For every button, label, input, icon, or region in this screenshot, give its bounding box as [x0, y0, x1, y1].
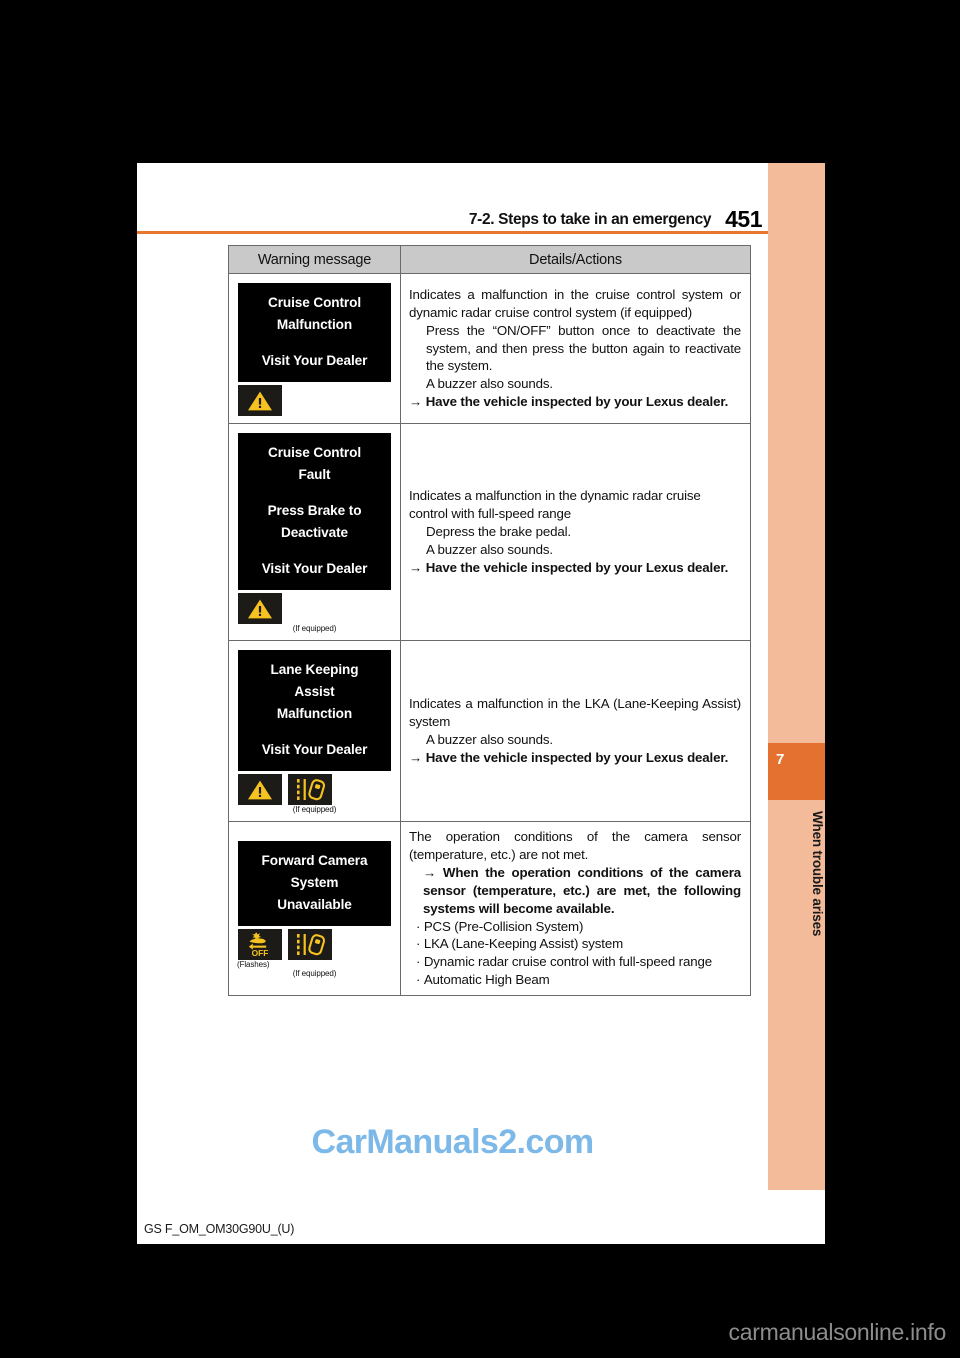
- detail-bullet-text: LKA (Lane-Keeping Assist) system: [423, 936, 624, 952]
- manual-page-sheet: 7-2. Steps to take in an emergency 451 7…: [137, 163, 825, 1244]
- detail-action: → Have the vehicle inspected by your Lex…: [409, 394, 729, 410]
- detail-bullet-text: Automatic High Beam: [423, 972, 550, 988]
- detail-action-text: Have the vehicle inspected by your Lexus…: [425, 750, 729, 766]
- instrument-display-mockup: Lane Keeping Assist Malfunction Visit Yo…: [238, 650, 391, 772]
- header-divider-rule: [137, 231, 825, 234]
- detail-action: → Have the vehicle inspected by your Lex…: [409, 750, 729, 766]
- warning-triangle-icon: [238, 593, 282, 625]
- page-number: 451: [725, 206, 762, 232]
- warning-message-cell: Cruise Control Malfunction Visit Your De…: [228, 272, 401, 425]
- details-actions-cell: Indicates a malfunction in the dynamic r…: [400, 423, 751, 642]
- page-header: 7-2. Steps to take in an emergency 451: [137, 187, 768, 231]
- display-blank-line: [238, 336, 391, 350]
- svg-text:OFF: OFF: [252, 948, 269, 958]
- table-row: Forward Camera System Unavailable OFF (F…: [228, 821, 751, 997]
- warning-triangle-icon: [238, 774, 282, 806]
- detail-bullet: · Automatic High Beam: [416, 972, 550, 988]
- detail-action: → Have the vehicle inspected by your Lex…: [409, 559, 729, 575]
- corner-watermark: carmanualsonline.info: [728, 1319, 947, 1345]
- display-line: Visit Your Dealer: [261, 742, 368, 758]
- details-actions-cell: The operation conditions of the camera s…: [400, 821, 751, 997]
- detail-action: → When the operation conditions of the c…: [423, 864, 741, 916]
- instrument-display-mockup: Cruise Control Malfunction Visit Your De…: [238, 283, 391, 383]
- warning-message-cell: Forward Camera System Unavailable OFF (F…: [228, 821, 401, 997]
- display-line: Forward Camera: [261, 853, 368, 869]
- site-watermark: CarManuals2.com: [311, 1123, 595, 1161]
- page-title: 7-2. Steps to take in an emergency: [468, 211, 712, 228]
- detail-intro: Indicates a malfunction in the dynamic r…: [409, 488, 701, 522]
- chapter-tab-strip: 7 When trouble arises: [768, 163, 825, 1190]
- display-line: Cruise Control: [267, 295, 361, 310]
- table-row: Cruise Control Fault Press Brake to Deac…: [228, 423, 751, 642]
- footnote-if-equipped: (If equipped): [292, 624, 337, 634]
- chapter-name-label: When trouble arises: [810, 811, 825, 937]
- display-line: Cruise Control: [267, 445, 361, 461]
- warning-triangle-icon: [238, 385, 282, 417]
- pcs-off-icon: OFF: [238, 929, 282, 961]
- detail-intro: Indicates a malfunction in the cruise co…: [409, 286, 741, 320]
- display-line: Unavailable: [277, 897, 352, 913]
- detail-action-text: Have the vehicle inspected by your Lexus…: [425, 559, 729, 575]
- document-code: GS F_OM_OM30G90U_(U): [144, 1222, 295, 1236]
- indicator-icon-row: [237, 385, 392, 417]
- display-line: Malfunction: [276, 317, 353, 333]
- detail-action-text: When the operation conditions of the cam…: [423, 864, 741, 916]
- details-actions-cell: Indicates a malfunction in the cruise co…: [400, 272, 751, 425]
- detail-intro: The operation conditions of the camera s…: [409, 829, 741, 863]
- display-blank-line: [238, 725, 391, 739]
- indicator-icon-row: OFF: [237, 929, 392, 961]
- indicator-icon-row: [237, 774, 392, 806]
- display-line: System: [290, 875, 339, 891]
- detail-intro: Indicates a malfunction in the LKA (Lane…: [409, 696, 741, 730]
- instrument-display-mockup: Cruise Control Fault Press Brake to Deac…: [238, 433, 391, 591]
- detail-step: Depress the brake pedal.: [426, 524, 571, 540]
- chapter-number-marker: 7: [768, 743, 825, 800]
- display-blank-line: [238, 486, 391, 500]
- display-line: Press Brake to: [267, 503, 362, 519]
- display-line: Lane Keeping: [270, 662, 359, 678]
- lane-departure-icon: [288, 774, 332, 806]
- detail-bullet-text: Dynamic radar cruise control with full-s…: [423, 954, 712, 970]
- table-row: Lane Keeping Assist Malfunction Visit Yo…: [228, 640, 751, 823]
- column-header-warning-message: Warning message: [228, 245, 401, 274]
- detail-action-text: Have the vehicle inspected by your Lexus…: [425, 394, 729, 410]
- detail-step: A buzzer also sounds.: [426, 376, 553, 392]
- warning-message-table: Warning message Details/Actions Cruise C…: [228, 245, 751, 997]
- table-header-row: Warning message Details/Actions: [228, 245, 751, 274]
- detail-step: A buzzer also sounds.: [426, 732, 553, 748]
- display-blank-line: [238, 544, 391, 558]
- instrument-display-mockup: Forward Camera System Unavailable: [238, 841, 391, 927]
- display-line: Malfunction: [276, 706, 353, 722]
- display-line: Deactivate: [280, 525, 348, 541]
- detail-step: Press the “ON/OFF” button once to deacti…: [426, 322, 741, 374]
- detail-bullet: · PCS (Pre-Collision System): [416, 918, 584, 934]
- warning-message-cell: Cruise Control Fault Press Brake to Deac…: [228, 423, 401, 642]
- detail-bullet: · LKA (Lane-Keeping Assist) system: [416, 936, 624, 952]
- footnote-if-equipped: (If equipped): [292, 805, 337, 815]
- display-line: Assist: [294, 684, 335, 700]
- detail-step: A buzzer also sounds.: [426, 542, 553, 558]
- footnote-if-equipped: (If equipped): [292, 969, 337, 979]
- display-line: Visit Your Dealer: [261, 353, 368, 369]
- detail-bullet: · Dynamic radar cruise control with full…: [416, 954, 712, 970]
- warning-message-cell: Lane Keeping Assist Malfunction Visit Yo…: [228, 640, 401, 823]
- details-actions-cell: Indicates a malfunction in the LKA (Lane…: [400, 640, 751, 823]
- indicator-icon-row: [237, 593, 392, 625]
- column-header-details-actions: Details/Actions: [400, 245, 751, 274]
- table-row: Cruise Control Malfunction Visit Your De…: [228, 272, 751, 425]
- detail-bullet-text: PCS (Pre-Collision System): [423, 918, 584, 934]
- display-line: Fault: [298, 467, 331, 483]
- lane-departure-icon: [288, 929, 332, 961]
- display-line: Visit Your Dealer: [261, 561, 368, 577]
- footnote-flashes: (Flashes): [237, 960, 270, 970]
